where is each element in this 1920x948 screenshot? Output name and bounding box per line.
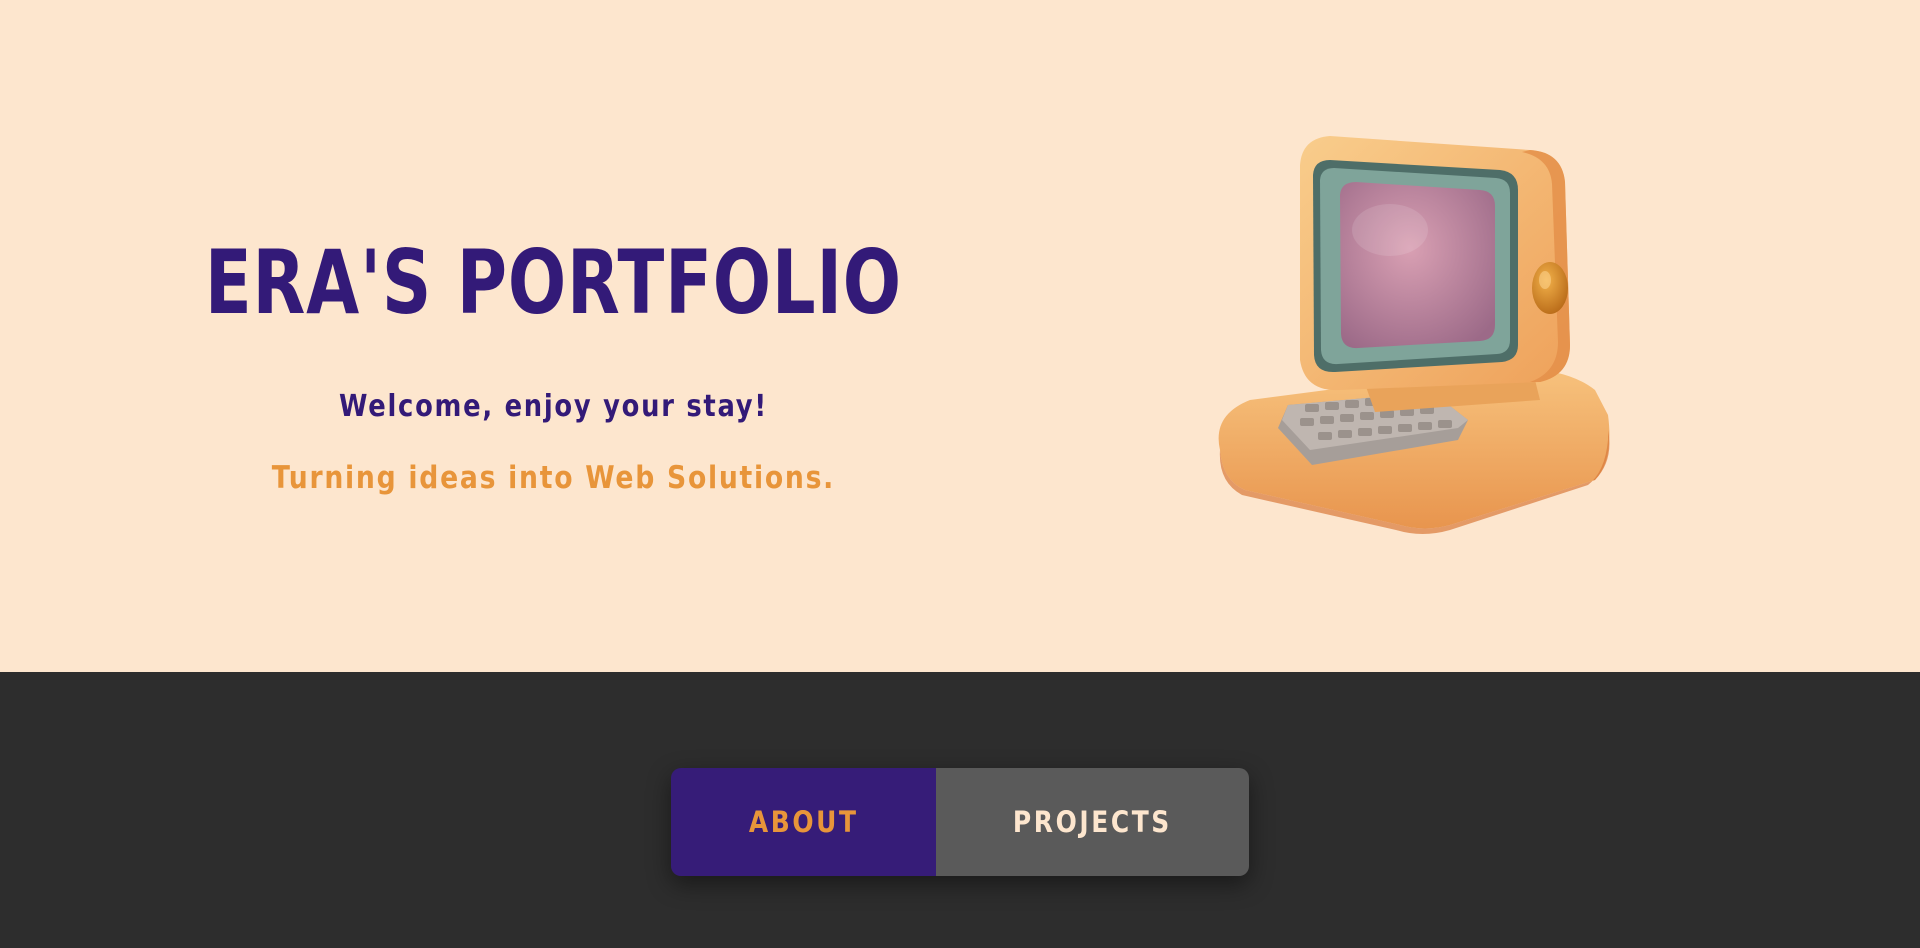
hero-section: ERA'S PORTFOLIO Welcome, enjoy your stay… [0, 0, 1920, 672]
projects-button-label: PROJECTS [1013, 805, 1172, 839]
about-button[interactable]: ABOUT [671, 768, 936, 876]
about-button-label: ABOUT [748, 805, 859, 839]
main-nav: ABOUT PROJECTS [671, 768, 1249, 876]
projects-button[interactable]: PROJECTS [936, 768, 1249, 876]
welcome-message: Welcome, enjoy your stay! [339, 389, 768, 424]
tagline: Turning ideas into Web Solutions. [271, 460, 836, 496]
retro-computer-icon [1200, 120, 1640, 540]
page-title: ERA'S PORTFOLIO [204, 231, 902, 334]
